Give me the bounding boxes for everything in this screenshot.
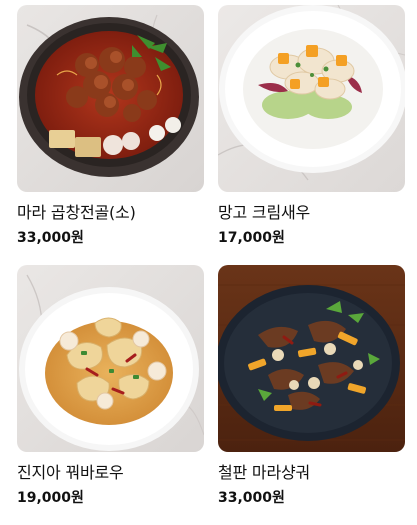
menu-item-price: 19,000원 bbox=[17, 490, 84, 506]
menu-item-name: 철판 마라샹궈 bbox=[218, 463, 311, 482]
menu-card[interactable]: 마라 곱창전골(소) 33,000원 bbox=[17, 5, 204, 265]
menu-grid: 마라 곱창전골(소) 33,000원 망고 크림새우 17,000원 진지아 꿔… bbox=[17, 5, 405, 525]
menu-item-name: 망고 크림새우 bbox=[218, 203, 311, 222]
menu-item-name: 진지아 꿔바로우 bbox=[17, 463, 124, 482]
menu-item-photo bbox=[218, 265, 405, 452]
menu-card[interactable]: 진지아 꿔바로우 19,000원 bbox=[17, 265, 204, 525]
menu-item-price: 33,000원 bbox=[17, 230, 84, 246]
menu-item-name: 마라 곱창전골(소) bbox=[17, 203, 136, 222]
menu-item-photo bbox=[17, 265, 204, 452]
menu-item-photo bbox=[218, 5, 405, 192]
menu-item-price: 17,000원 bbox=[218, 230, 285, 246]
menu-card[interactable]: 철판 마라샹궈 33,000원 bbox=[218, 265, 405, 525]
menu-item-price: 33,000원 bbox=[218, 490, 285, 506]
menu-card[interactable]: 망고 크림새우 17,000원 bbox=[218, 5, 405, 265]
menu-item-photo bbox=[17, 5, 204, 192]
